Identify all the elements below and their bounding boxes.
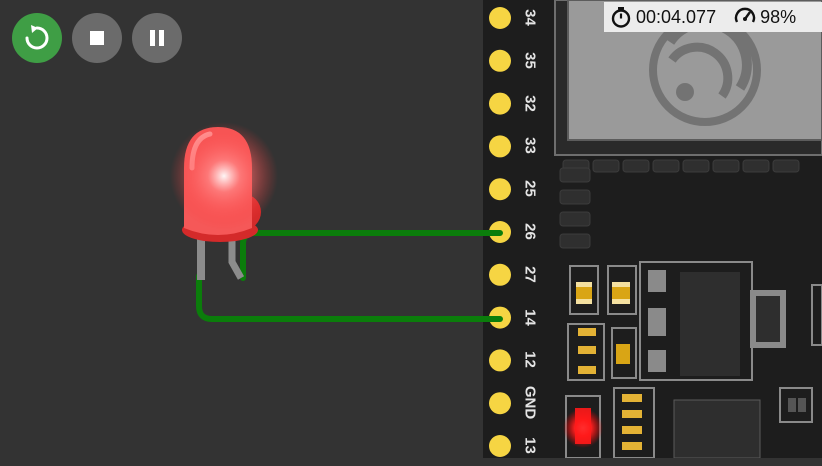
elapsed-time: 00:04.077	[636, 6, 717, 27]
pin-27[interactable]	[489, 263, 511, 286]
led-anode-leg	[228, 236, 245, 280]
pin-label-33: 33	[521, 137, 539, 155]
pin-label-35: 35	[521, 51, 539, 69]
wire-anode[interactable]	[240, 230, 503, 281]
red-led[interactable]	[170, 122, 278, 280]
pin-33[interactable]	[489, 135, 511, 158]
speedometer-icon	[734, 6, 756, 28]
wire-cathode[interactable]	[196, 273, 503, 322]
pin-gnd[interactable]	[489, 392, 511, 415]
restart-icon	[25, 25, 49, 50]
pause-icon	[150, 30, 164, 46]
simulation-speed: 98%	[760, 6, 797, 27]
pin-label-13: 13	[521, 437, 539, 454]
stop-icon	[90, 31, 104, 45]
stopwatch-icon	[610, 6, 632, 28]
simulation-status: 00:04.077 98%	[604, 2, 822, 32]
pin-label-34: 34	[521, 9, 539, 26]
pause-button[interactable]	[132, 13, 182, 63]
pin-label-26: 26	[521, 223, 539, 240]
pin-label-12: 12	[521, 351, 539, 369]
pin-label-25: 25	[521, 180, 539, 198]
pin-32[interactable]	[489, 92, 511, 115]
pin-13[interactable]	[489, 435, 511, 457]
pin-35[interactable]	[489, 49, 511, 72]
pin-label-gnd: GND	[521, 386, 539, 420]
pin-34[interactable]	[489, 7, 511, 29]
pin-label-32: 32	[521, 94, 539, 112]
pin-12[interactable]	[489, 349, 511, 372]
pin-label-27: 27	[521, 265, 539, 283]
pin-25[interactable]	[489, 178, 511, 201]
stop-button[interactable]	[72, 13, 122, 63]
restart-button[interactable]	[12, 13, 62, 63]
led-cathode-leg	[197, 236, 205, 280]
simulator-canvas[interactable]: 00:04.077 98% 34 35 32 33 25 26 27 14 12 GND 13	[0, 0, 822, 459]
pin-label-14: 14	[521, 308, 539, 326]
